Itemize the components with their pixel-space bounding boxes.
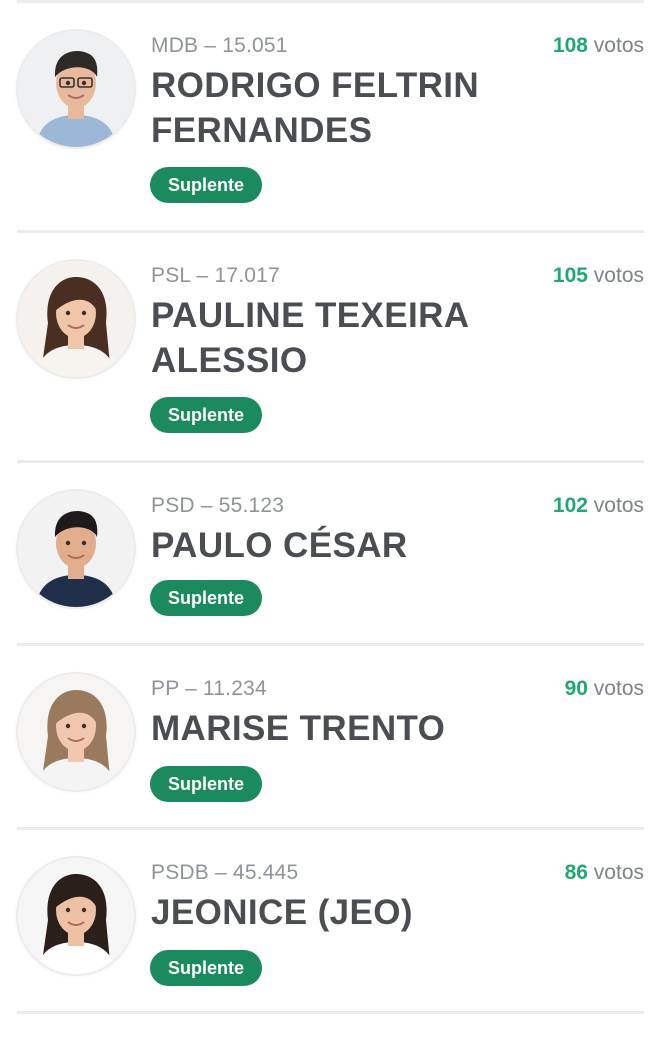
portrait-eye-left <box>65 907 71 913</box>
candidate-card[interactable]: PSDB – 45.445 86 votos JEONICE (JEO) Sup… <box>0 830 662 1058</box>
candidate-name: RODRIGO FELTRIN FERNANDES <box>151 66 480 150</box>
portrait-image <box>18 31 134 147</box>
votes-count: 108 <box>552 34 588 57</box>
status-badge: Suplente <box>150 950 262 986</box>
status-badge: Suplente <box>150 766 262 802</box>
votes-count: 90 <box>564 677 588 700</box>
candidate-party-number: PSD – 55.123 <box>151 494 285 517</box>
candidate-avatar <box>18 261 134 377</box>
candidate-votes: 86 votos <box>565 861 644 885</box>
portrait-image <box>18 491 134 607</box>
candidate-name: MARISE TRENTO <box>151 709 446 748</box>
candidate-avatar <box>18 31 134 147</box>
divider <box>17 1011 644 1014</box>
portrait-eye-right <box>81 540 87 546</box>
portrait-image <box>18 858 134 974</box>
candidate-name: JEONICE (JEO) <box>151 893 413 932</box>
portrait-eye-left <box>65 723 71 729</box>
portrait-eye-right <box>81 907 87 913</box>
candidate-votes: 108 votos <box>553 34 644 58</box>
votes-count: 105 <box>552 264 588 287</box>
candidate-party-number: PSDB – 45.445 <box>151 861 299 884</box>
candidate-party-number: MDB – 15.051 <box>151 34 288 57</box>
candidate-avatar <box>18 858 134 974</box>
portrait-eye-left <box>65 540 71 546</box>
portrait-eye-right <box>81 310 87 316</box>
votes-count: 86 <box>564 861 588 884</box>
candidate-party-number: PP – 11.234 <box>151 677 267 700</box>
status-badge: Suplente <box>150 167 262 203</box>
status-badge: Suplente <box>150 397 262 433</box>
status-badge: Suplente <box>150 580 262 616</box>
candidate-party-number: PSL – 17.017 <box>151 264 280 287</box>
votes-count: 102 <box>552 494 588 517</box>
votes-unit: votos <box>587 861 644 884</box>
candidate-card[interactable]: PSL – 17.017 105 votos PAULINE TEXEIRA A… <box>0 233 662 461</box>
candidate-card[interactable]: MDB – 15.051 108 votos RODRIGO FELTRIN F… <box>0 3 662 231</box>
votes-unit: votos <box>587 494 644 517</box>
candidate-votes: 90 votos <box>565 677 644 701</box>
candidate-votes: 102 votos <box>553 494 644 518</box>
candidate-name: PAULO CÉSAR <box>151 526 408 565</box>
portrait-eye-right <box>81 80 87 86</box>
candidate-votes: 105 votos <box>553 264 644 288</box>
votes-unit: votos <box>587 677 644 700</box>
portrait-eye-left <box>65 80 71 86</box>
portrait-image <box>18 261 134 377</box>
candidate-avatar <box>18 674 134 790</box>
votes-unit: votos <box>587 34 644 57</box>
candidate-avatar <box>18 491 134 607</box>
candidate-name: PAULINE TEXEIRA ALESSIO <box>151 296 469 380</box>
portrait-image <box>18 674 134 790</box>
portrait-eye-left <box>65 310 71 316</box>
votes-unit: votos <box>587 264 644 287</box>
portrait-eye-right <box>81 723 87 729</box>
